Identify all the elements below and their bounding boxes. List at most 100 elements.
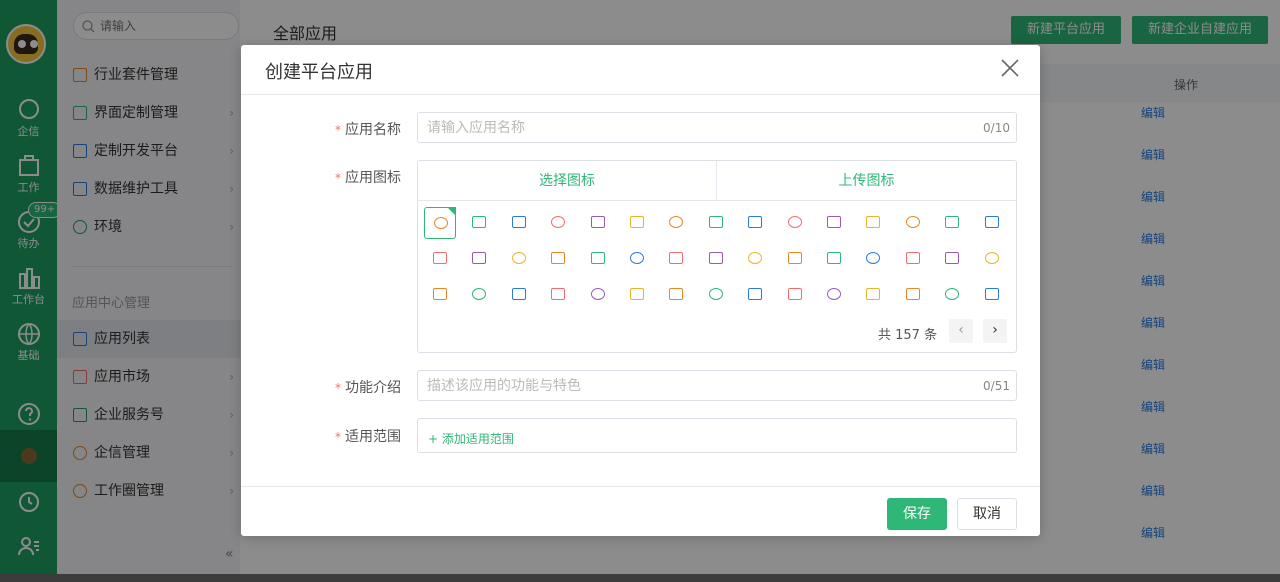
icon-option[interactable] — [779, 279, 811, 311]
icon-option[interactable] — [463, 207, 495, 239]
app-glyph-icon — [984, 216, 999, 228]
app-glyph-icon — [866, 288, 881, 300]
icon-option[interactable] — [976, 279, 1008, 311]
icon-option[interactable] — [424, 207, 456, 239]
app-scope-field[interactable]: + 添加适用范围 — [417, 418, 1017, 453]
tab-upload-icon[interactable]: 上传图标 — [717, 161, 1016, 201]
icon-option[interactable] — [818, 243, 850, 275]
create-platform-app-dialog: 创建平台应用 *应用名称 0/10 *应用图标 选择图标 上传图标 共 157 … — [241, 45, 1040, 536]
prev-page-button[interactable]: ‹ — [949, 319, 973, 343]
app-intro-field[interactable]: 0/51 — [417, 370, 1017, 401]
icon-option[interactable] — [857, 243, 889, 275]
dialog-divider — [241, 94, 1040, 95]
icon-option[interactable] — [818, 279, 850, 311]
app-glyph-icon — [945, 288, 960, 300]
icon-option[interactable] — [503, 207, 535, 239]
app-glyph-icon — [827, 252, 841, 264]
app-glyph-icon — [630, 216, 644, 228]
name-char-counter: 0/10 — [983, 121, 1010, 135]
app-glyph-icon — [708, 216, 723, 228]
icon-option[interactable] — [700, 207, 732, 239]
icon-option[interactable] — [739, 207, 771, 239]
icon-option[interactable] — [424, 243, 456, 275]
app-glyph-icon — [590, 216, 605, 228]
icon-option[interactable] — [542, 279, 574, 311]
icon-option[interactable] — [660, 279, 692, 311]
icon-option[interactable] — [621, 243, 653, 275]
app-name-input[interactable] — [427, 120, 947, 136]
icon-option[interactable] — [660, 207, 692, 239]
icon-option[interactable] — [936, 279, 968, 311]
icon-option[interactable] — [897, 279, 929, 311]
icon-option[interactable] — [976, 243, 1008, 275]
cancel-button[interactable]: 取消 — [957, 498, 1017, 530]
icon-option[interactable] — [582, 279, 614, 311]
icon-option[interactable] — [582, 243, 614, 275]
app-glyph-icon — [984, 252, 999, 264]
dialog-divider — [241, 486, 1040, 487]
icon-option[interactable] — [700, 243, 732, 275]
icon-option[interactable] — [582, 207, 614, 239]
icon-option[interactable] — [621, 207, 653, 239]
icon-option[interactable] — [897, 243, 929, 275]
app-name-field[interactable]: 0/10 — [417, 112, 1017, 143]
icon-option[interactable] — [936, 243, 968, 275]
icon-option[interactable] — [857, 207, 889, 239]
icon-option[interactable] — [739, 243, 771, 275]
app-glyph-icon — [945, 216, 960, 228]
close-icon[interactable] — [999, 57, 1021, 79]
icon-option[interactable] — [739, 279, 771, 311]
icon-picker-tabs: 选择图标 上传图标 — [418, 161, 1016, 201]
app-glyph-icon — [551, 252, 566, 264]
icon-option[interactable] — [463, 243, 495, 275]
icon-option[interactable] — [936, 207, 968, 239]
app-glyph-icon — [708, 288, 723, 300]
app-glyph-icon — [827, 288, 841, 300]
app-intro-input[interactable] — [427, 378, 947, 394]
app-glyph-icon — [827, 216, 841, 228]
app-glyph-icon — [472, 252, 487, 264]
app-glyph-icon — [787, 252, 802, 264]
app-glyph-icon — [905, 216, 920, 228]
icon-option[interactable] — [779, 243, 811, 275]
icon-option[interactable] — [424, 279, 456, 311]
icon-option[interactable] — [621, 279, 653, 311]
app-glyph-icon — [669, 216, 684, 228]
icon-option[interactable] — [857, 279, 889, 311]
dialog-title: 创建平台应用 — [265, 62, 373, 83]
app-glyph-icon — [630, 252, 644, 264]
app-glyph-icon — [511, 288, 526, 300]
app-glyph-icon — [433, 252, 447, 264]
save-button[interactable]: 保存 — [887, 498, 947, 530]
field-label-scope: * 适用范围 — [335, 429, 401, 445]
icon-option[interactable] — [542, 207, 574, 239]
field-label-name: * 应用名称 — [335, 122, 401, 138]
add-scope-link[interactable]: + 添加适用范围 — [428, 430, 514, 447]
icon-option[interactable] — [660, 243, 692, 275]
icon-option[interactable] — [463, 279, 495, 311]
app-glyph-icon — [590, 288, 605, 300]
app-glyph-icon — [433, 288, 447, 300]
app-glyph-icon — [551, 288, 566, 300]
icon-option[interactable] — [976, 207, 1008, 239]
app-glyph-icon — [905, 252, 920, 264]
icon-option[interactable] — [503, 279, 535, 311]
icon-option[interactable] — [779, 207, 811, 239]
app-glyph-icon — [748, 252, 763, 264]
app-glyph-icon — [511, 252, 526, 264]
icon-option[interactable] — [897, 207, 929, 239]
icon-option[interactable] — [818, 207, 850, 239]
app-glyph-icon — [708, 252, 723, 264]
app-glyph-icon — [787, 288, 802, 300]
next-page-button[interactable]: › — [983, 319, 1007, 343]
app-glyph-icon — [434, 217, 448, 229]
app-glyph-icon — [984, 288, 999, 300]
icon-option[interactable] — [503, 243, 535, 275]
tab-select-icon[interactable]: 选择图标 — [418, 161, 717, 201]
app-glyph-icon — [748, 216, 763, 228]
icon-option[interactable] — [542, 243, 574, 275]
icon-option[interactable] — [700, 279, 732, 311]
app-glyph-icon — [551, 216, 566, 228]
app-glyph-icon — [905, 288, 920, 300]
icon-total-count: 共 157 条 — [878, 328, 938, 343]
